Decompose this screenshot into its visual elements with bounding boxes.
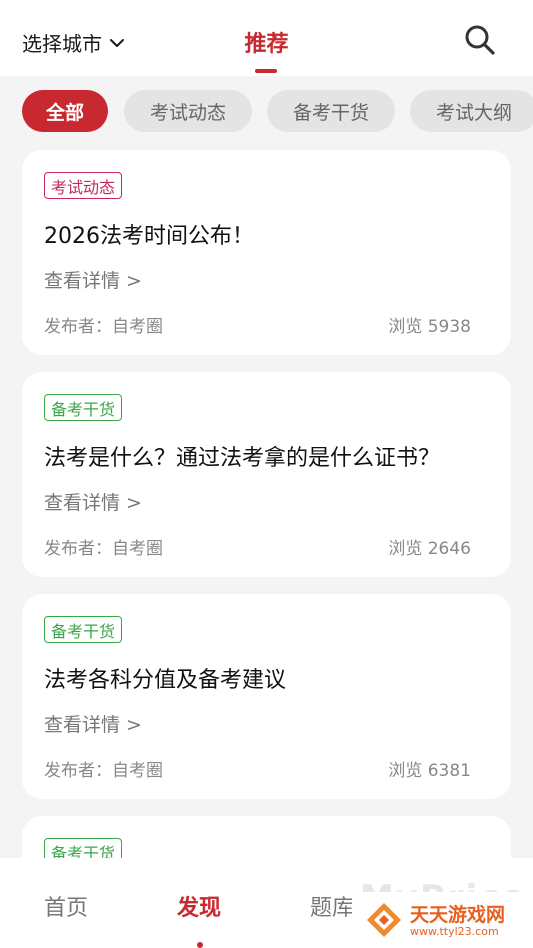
page-title[interactable]: 推荐 (0, 26, 533, 58)
chip-all[interactable]: 全部 (22, 90, 108, 132)
chip-exam-syllabus[interactable]: 考试大纲 (410, 90, 533, 132)
chip-exam-news[interactable]: 考试动态 (124, 90, 252, 132)
site-watermark: 天天游戏网 www.ttyl23.com (352, 892, 533, 948)
article-card[interactable]: 考试动态 2026法考时间公布！ 查看详情 > 发布者：自考圈 浏览 5938 (22, 150, 511, 355)
article-publisher: 发布者：自考圈 (44, 317, 163, 337)
search-icon[interactable] (462, 22, 498, 58)
article-tag: 备考干货 (44, 616, 123, 643)
watermark-url: www.ttyl23.com (410, 925, 499, 938)
top-header: 选择城市 推荐 (0, 0, 533, 76)
article-card[interactable]: 备考干货 法考各科分值及备考建议 查看详情 > 发布者：自考圈 浏览 6381 (22, 594, 511, 799)
nav-home[interactable]: 首页 (44, 890, 88, 922)
article-publisher: 发布者：自考圈 (44, 761, 163, 781)
article-view-count: 浏览 6381 (388, 761, 471, 781)
article-view-count: 浏览 5938 (388, 317, 471, 337)
article-tag: 备考干货 (44, 394, 123, 421)
article-tag: 考试动态 (44, 172, 123, 199)
view-details-link[interactable]: 查看详情 > (44, 710, 142, 737)
article-publisher: 发布者：自考圈 (44, 539, 163, 559)
nav-active-indicator (197, 942, 203, 948)
article-title[interactable]: 法考是什么？通过法考拿的是什么证书？ (44, 440, 440, 472)
article-view-count: 浏览 2646 (388, 539, 471, 559)
article-title[interactable]: 法考各科分值及备考建议 (44, 662, 286, 694)
nav-discover[interactable]: 发现 (177, 890, 221, 922)
article-card[interactable]: 备考干货 法考是什么？通过法考拿的是什么证书？ 查看详情 > 发布者：自考圈 浏… (22, 372, 511, 577)
chip-study-tips[interactable]: 备考干货 (267, 90, 395, 132)
watermark-brand: 天天游戏网 (410, 904, 506, 926)
watermark-logo-icon (367, 903, 401, 937)
article-title[interactable]: 2026法考时间公布！ (44, 218, 254, 250)
title-active-indicator (255, 69, 277, 73)
nav-question-bank[interactable]: 题库 (310, 890, 354, 922)
category-chip-bar: 全部 考试动态 备考干货 考试大纲 (0, 76, 533, 148)
view-details-link[interactable]: 查看详情 > (44, 488, 142, 515)
view-details-link[interactable]: 查看详情 > (44, 266, 142, 293)
